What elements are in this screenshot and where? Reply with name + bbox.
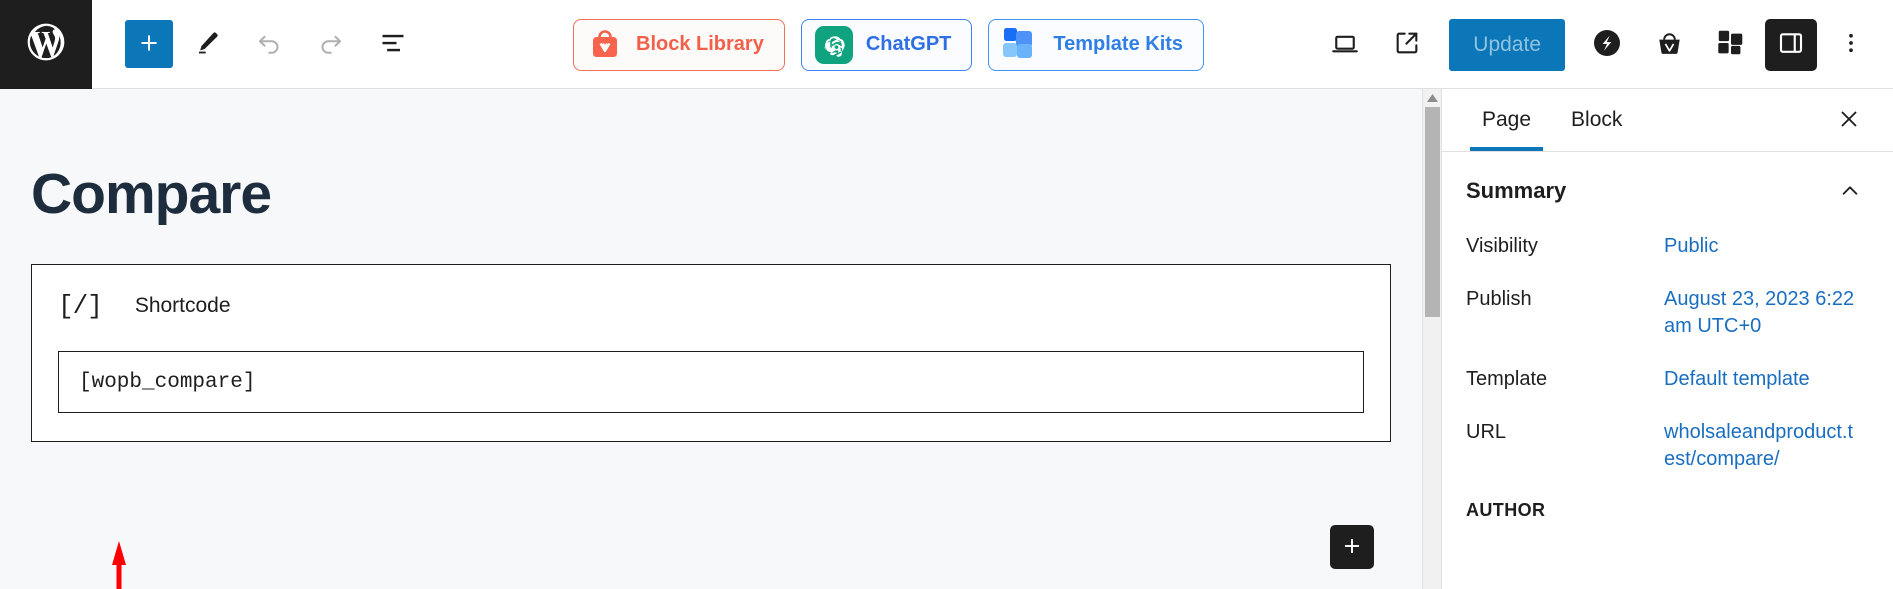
shopping-bag-icon xyxy=(587,27,623,63)
settings-sidebar: Page Block Summary Visibility Public Pub… xyxy=(1441,89,1893,589)
publish-value[interactable]: August 23, 2023 6:22 am UTC+0 xyxy=(1664,286,1864,340)
plus-icon xyxy=(136,30,162,59)
chevron-up-icon[interactable] xyxy=(1839,180,1861,202)
update-button[interactable]: Update xyxy=(1449,18,1565,71)
row-label: Visibility xyxy=(1466,235,1538,257)
tab-page[interactable]: Page xyxy=(1462,89,1551,151)
view-device-button[interactable] xyxy=(1317,17,1373,73)
shop-button[interactable] xyxy=(1641,17,1697,73)
template-kits-icon xyxy=(1002,27,1040,63)
external-link-icon xyxy=(1393,29,1421,60)
vertical-dots-icon xyxy=(1838,30,1864,59)
undo-button[interactable] xyxy=(241,16,297,72)
sidebar-panel-icon xyxy=(1776,28,1806,61)
sidebar-tabs: Page Block xyxy=(1442,89,1893,152)
scrollbar-thumb[interactable] xyxy=(1425,107,1440,317)
chatgpt-button[interactable]: ChatGPT xyxy=(800,18,973,71)
undo-arrow-icon xyxy=(254,28,284,61)
shopping-bag-icon xyxy=(1653,27,1686,63)
url-value[interactable]: wholsaleandproduct.test/compare/ xyxy=(1664,419,1864,473)
row-visibility: Visibility Public xyxy=(1466,220,1869,273)
openai-logo-icon xyxy=(814,25,853,64)
preview-button[interactable] xyxy=(1379,17,1435,73)
redo-button[interactable] xyxy=(303,16,359,72)
row-label: Template xyxy=(1466,368,1548,390)
summary-panel-header[interactable]: Summary xyxy=(1442,152,1893,220)
row-label: Publish xyxy=(1466,288,1532,310)
b-circle-icon xyxy=(1590,26,1624,63)
template-kits-button[interactable]: Template Kits xyxy=(988,18,1205,71)
wordpress-logo-button[interactable] xyxy=(0,0,92,89)
template-kits-label: Template Kits xyxy=(1053,33,1184,55)
canvas-scrollbar[interactable] xyxy=(1422,89,1441,589)
add-block-button[interactable] xyxy=(125,20,173,68)
add-block-bottom-button[interactable] xyxy=(1330,525,1374,569)
summary-rows: Visibility Public Publish August 23, 202… xyxy=(1442,220,1893,486)
visibility-value[interactable]: Public xyxy=(1664,233,1718,260)
canvas-content: Compare [/] Shortcode xyxy=(0,89,1422,442)
shortcode-block-label: Shortcode xyxy=(134,294,231,317)
block-library-button[interactable]: Block Library xyxy=(573,18,785,71)
desktop-icon xyxy=(1330,28,1360,61)
plus-icon xyxy=(1340,534,1364,561)
row-publish: Publish August 23, 2023 6:22 am UTC+0 xyxy=(1466,273,1869,353)
template-value[interactable]: Default template xyxy=(1664,366,1810,393)
document-overview-button[interactable] xyxy=(365,16,421,72)
close-icon xyxy=(1837,107,1861,134)
wordpress-logo-icon xyxy=(24,20,68,69)
annotation-arrow-icon xyxy=(112,541,126,589)
wordpress-block-editor: Block Library ChatGPT Template Kits Upda… xyxy=(0,0,1893,589)
shortcode-block[interactable]: [/] Shortcode xyxy=(31,264,1391,442)
close-sidebar-button[interactable] xyxy=(1829,100,1869,140)
settings-sidebar-toggle[interactable] xyxy=(1765,18,1817,71)
brand-badge-button[interactable] xyxy=(1579,17,1635,73)
page-title[interactable]: Compare xyxy=(31,161,1391,227)
blocks-button[interactable] xyxy=(1703,17,1759,73)
block-library-label: Block Library xyxy=(636,33,764,55)
shortcode-block-header: [/] Shortcode xyxy=(58,291,1364,321)
toolbar-plugin-buttons: Block Library ChatGPT Template Kits xyxy=(573,0,1205,89)
row-label: URL xyxy=(1466,421,1507,443)
editor-canvas[interactable]: Compare [/] Shortcode xyxy=(0,89,1422,589)
chatgpt-label: ChatGPT xyxy=(865,33,952,55)
toolbar-left-tools xyxy=(92,16,421,72)
summary-title: Summary xyxy=(1466,178,1567,203)
blocks-grid-icon xyxy=(1715,27,1747,62)
scroll-up-arrow-icon[interactable] xyxy=(1423,89,1441,107)
pencil-icon xyxy=(194,29,221,59)
author-heading: AUTHOR xyxy=(1466,500,1546,520)
shortcode-icon: [/] xyxy=(58,291,103,321)
tab-block[interactable]: Block xyxy=(1551,89,1642,151)
edit-tool-button[interactable] xyxy=(179,16,235,72)
editor-toolbar: Block Library ChatGPT Template Kits Upda… xyxy=(0,0,1893,89)
editor-body: Compare [/] Shortcode [wopb_compare] Pag… xyxy=(0,89,1893,589)
row-url: URL wholsaleandproduct.test/compare/ xyxy=(1466,406,1869,486)
row-template: Template Default template xyxy=(1466,353,1869,406)
more-options-button[interactable] xyxy=(1823,17,1879,73)
list-view-icon xyxy=(379,29,407,60)
shortcode-input[interactable] xyxy=(58,351,1364,413)
toolbar-right-tools: Update xyxy=(1317,0,1879,89)
redo-arrow-icon xyxy=(316,28,346,61)
